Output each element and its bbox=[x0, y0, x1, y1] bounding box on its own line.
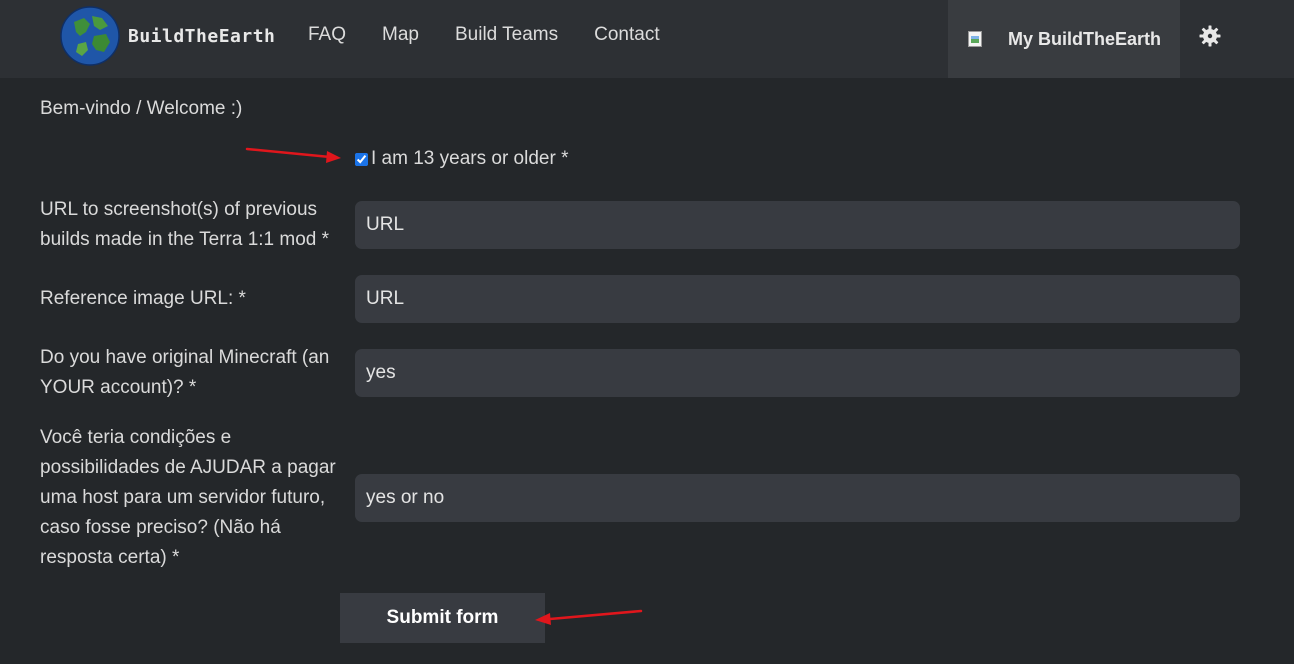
brand-home-link[interactable]: BuildTheEarth bbox=[60, 6, 275, 66]
welcome-text: Bem-vindo / Welcome :) bbox=[40, 98, 243, 119]
screenshots-url-input[interactable] bbox=[355, 201, 1240, 249]
nav-links: FAQ Map Build Teams Contact bbox=[290, 0, 678, 70]
broken-image-icon bbox=[968, 31, 984, 47]
age-checkbox[interactable] bbox=[355, 152, 368, 166]
nav-link-faq[interactable]: FAQ bbox=[308, 24, 346, 46]
minecraft-account-input[interactable] bbox=[355, 349, 1240, 397]
arrow-to-checkbox-icon bbox=[245, 147, 341, 163]
submit-form-button[interactable]: Submit form bbox=[340, 593, 545, 643]
screenshots-label: URL to screenshot(s) of previous builds … bbox=[40, 199, 330, 250]
reference-image-label: Reference image URL: * bbox=[40, 288, 246, 309]
my-buildtheearth-button[interactable]: My BuildTheEarth bbox=[948, 0, 1180, 78]
navbar: BuildTheEarth FAQ Map Build Teams Contac… bbox=[0, 0, 1294, 78]
nav-link-build-teams[interactable]: Build Teams bbox=[455, 24, 558, 46]
nav-link-map[interactable]: Map bbox=[382, 24, 419, 46]
minecraft-account-label: Do you have original Minecraft (an YOUR … bbox=[40, 347, 330, 398]
host-support-input[interactable] bbox=[355, 474, 1240, 522]
arrow-to-submit-icon bbox=[535, 609, 643, 625]
my-buildtheearth-label: My BuildTheEarth bbox=[1008, 28, 1162, 49]
nav-link-contact[interactable]: Contact bbox=[594, 24, 659, 46]
age-checkbox-label: I am 13 years or older * bbox=[371, 148, 569, 169]
brand-name: BuildTheEarth bbox=[128, 25, 276, 47]
host-support-label: Você teria condições e possibilidades de… bbox=[40, 427, 336, 568]
reference-image-url-input[interactable] bbox=[355, 275, 1240, 323]
globe-logo-icon bbox=[60, 6, 120, 66]
gear-icon[interactable] bbox=[1198, 24, 1222, 48]
age-confirmation[interactable]: I am 13 years or older * bbox=[355, 148, 568, 170]
